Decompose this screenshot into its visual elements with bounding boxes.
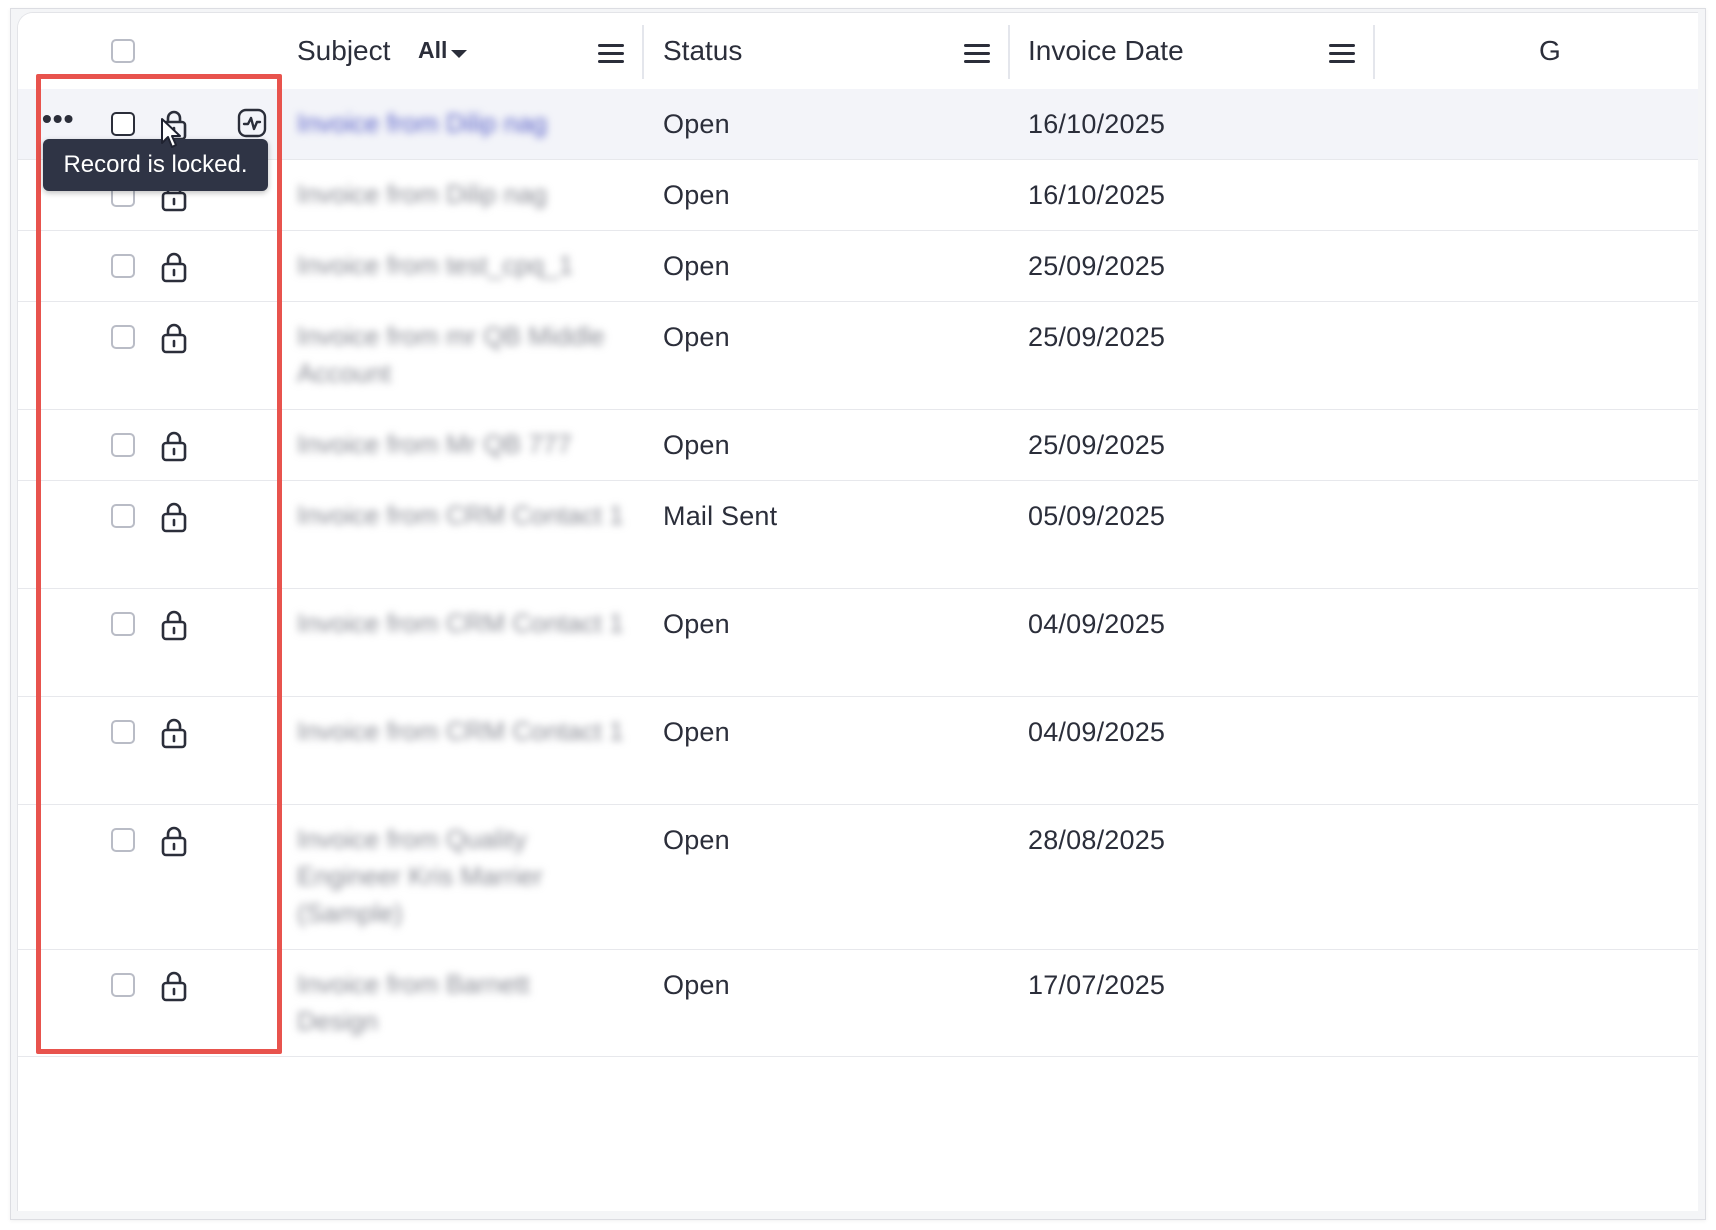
invoice-date-cell: 25/09/2025 — [1028, 251, 1166, 281]
highlight-box — [36, 74, 282, 1054]
status-cell: Open — [663, 251, 730, 281]
invoice-date-cell: 05/09/2025 — [1028, 501, 1166, 531]
column-menu-icon[interactable] — [1329, 44, 1355, 64]
column-divider[interactable] — [1008, 25, 1010, 79]
subject-link[interactable]: Invoice from Barnett Design — [297, 966, 557, 1040]
select-all-checkbox[interactable] — [111, 39, 135, 63]
column-header-subject[interactable]: Subject — [297, 35, 390, 67]
subject-filter-dropdown[interactable]: All — [418, 37, 447, 64]
column-header-status[interactable]: Status — [663, 35, 742, 67]
invoice-date-cell: 04/09/2025 — [1028, 717, 1166, 747]
subject-link[interactable]: Invoice from mr QB Middle Account — [297, 318, 627, 392]
invoice-date-cell: 25/09/2025 — [1028, 430, 1166, 460]
invoice-date-cell: 16/10/2025 — [1028, 180, 1166, 210]
column-divider[interactable] — [1373, 25, 1375, 79]
status-cell: Mail Sent — [663, 501, 778, 531]
column-header-invoice-date[interactable]: Invoice Date — [1028, 35, 1184, 67]
record-locked-tooltip: Record is locked. — [43, 139, 268, 191]
status-cell: Open — [663, 430, 730, 460]
status-cell: Open — [663, 609, 730, 639]
status-cell: Open — [663, 970, 730, 1000]
invoice-date-cell: 28/08/2025 — [1028, 825, 1166, 855]
invoice-date-cell: 04/09/2025 — [1028, 609, 1166, 639]
subject-link[interactable]: Invoice from CRM Contact 1 — [297, 497, 627, 534]
status-cell: Open — [663, 825, 730, 855]
invoice-date-cell: 17/07/2025 — [1028, 970, 1166, 1000]
subject-link[interactable]: Invoice from test_cpq_1 — [297, 247, 627, 284]
subject-link[interactable]: Invoice from Dilip nag — [297, 176, 627, 213]
subject-link[interactable]: Invoice from Dilip nag — [297, 105, 627, 142]
subject-link[interactable]: Invoice from CRM Contact 1 — [297, 713, 627, 750]
status-cell: Open — [663, 180, 730, 210]
column-divider[interactable] — [642, 25, 644, 79]
subject-link[interactable]: Invoice from CRM Contact 1 — [297, 605, 627, 642]
invoice-date-cell: 25/09/2025 — [1028, 322, 1166, 352]
subject-link[interactable]: Invoice from Mr QB 777 — [297, 426, 627, 463]
subject-link[interactable]: Invoice from Quality Engineer Kris Marri… — [297, 821, 557, 932]
status-cell: Open — [663, 109, 730, 139]
column-header-g[interactable]: G — [1539, 35, 1561, 67]
status-cell: Open — [663, 717, 730, 747]
status-cell: Open — [663, 322, 730, 352]
invoice-date-cell: 16/10/2025 — [1028, 109, 1166, 139]
column-menu-icon[interactable] — [964, 44, 990, 64]
mouse-cursor-icon — [161, 118, 181, 148]
column-menu-icon[interactable] — [598, 44, 624, 64]
caret-down-icon[interactable] — [451, 50, 467, 58]
